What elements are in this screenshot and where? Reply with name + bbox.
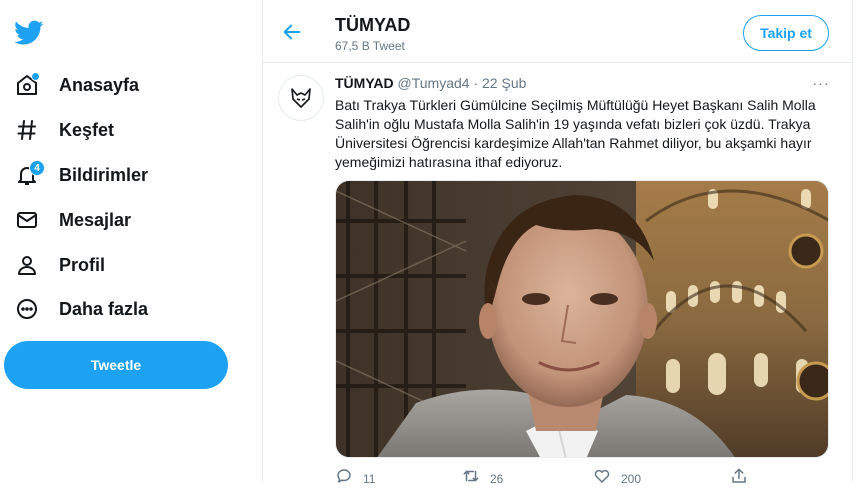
- reply-count: 11: [363, 471, 376, 486]
- left-sidebar: Anasayfa Keşfet 4 Bildirimler Mesajlar P…: [0, 0, 262, 481]
- tweet-separator: ·: [473, 75, 479, 91]
- sidebar-item-profile[interactable]: Profil: [12, 250, 105, 280]
- tweet-text: Batı Trakya Türkleri Gümülcine Seçilmiş …: [335, 97, 816, 170]
- tweet-header: TÜMYAD @Tumyad4 · 22 Şub: [335, 75, 526, 91]
- sidebar-item-label: Anasayfa: [59, 74, 140, 95]
- sidebar-item-label: Bildirimler: [59, 164, 149, 185]
- sidebar-item-label: Daha fazla: [59, 298, 149, 319]
- like-count: 200: [621, 471, 642, 486]
- sidebar-item-home[interactable]: Anasayfa: [12, 70, 139, 100]
- tweet-date[interactable]: 22 Şub: [482, 75, 526, 91]
- reply-button[interactable]: 11: [335, 467, 375, 490]
- sidebar-item-label: Profil: [59, 254, 106, 275]
- notification-badge: 4: [29, 160, 45, 176]
- person-icon: [12, 250, 42, 280]
- follow-button[interactable]: Takip et: [743, 15, 829, 51]
- home-icon: [12, 70, 42, 100]
- sidebar-item-notifications[interactable]: 4 Bildirimler: [12, 160, 148, 190]
- avatar[interactable]: [278, 75, 324, 121]
- profile-header: TÜMYAD 67,5 B Tweet Takip et: [263, 0, 853, 63]
- sidebar-item-messages[interactable]: Mesajlar: [12, 205, 131, 235]
- tweet[interactable]: TÜMYAD @Tumyad4 · 22 Şub ··· Batı Trakya…: [263, 63, 853, 486]
- heart-icon: [593, 467, 611, 490]
- retweet-count: 26: [490, 471, 504, 486]
- hashtag-icon: [12, 115, 42, 145]
- retweet-icon: [462, 467, 480, 490]
- tweet-author-name[interactable]: TÜMYAD: [335, 75, 394, 91]
- bell-icon: 4: [12, 160, 45, 190]
- reply-icon: [335, 467, 353, 490]
- like-button[interactable]: 200: [593, 467, 641, 490]
- main-column: TÜMYAD 67,5 B Tweet Takip et TÜMYAD @Tum…: [262, 0, 853, 486]
- more-options-icon[interactable]: ···: [811, 73, 831, 93]
- envelope-icon: [12, 205, 42, 235]
- tweet-photo[interactable]: [335, 180, 829, 458]
- more-circle-icon: [12, 294, 42, 324]
- column-divider: [852, 0, 853, 481]
- back-arrow-icon[interactable]: [279, 19, 305, 45]
- page-title: TÜMYAD: [335, 15, 411, 35]
- share-button[interactable]: [730, 467, 748, 490]
- sidebar-item-label: Keşfet: [59, 119, 115, 140]
- retweet-button[interactable]: 26: [462, 467, 503, 490]
- tweet-count: 67,5 B Tweet: [335, 39, 405, 53]
- tweet-author-handle[interactable]: @Tumyad4: [398, 75, 470, 91]
- twitter-logo-icon[interactable]: [14, 20, 44, 46]
- tweet-button[interactable]: Tweetle: [4, 341, 228, 389]
- sidebar-item-more[interactable]: Daha fazla: [12, 294, 148, 324]
- tweet-actions: 11 26 200: [335, 467, 755, 487]
- share-icon: [730, 467, 748, 490]
- new-dot: [31, 72, 40, 81]
- sidebar-item-explore[interactable]: Keşfet: [12, 115, 114, 145]
- sidebar-item-label: Mesajlar: [59, 209, 132, 230]
